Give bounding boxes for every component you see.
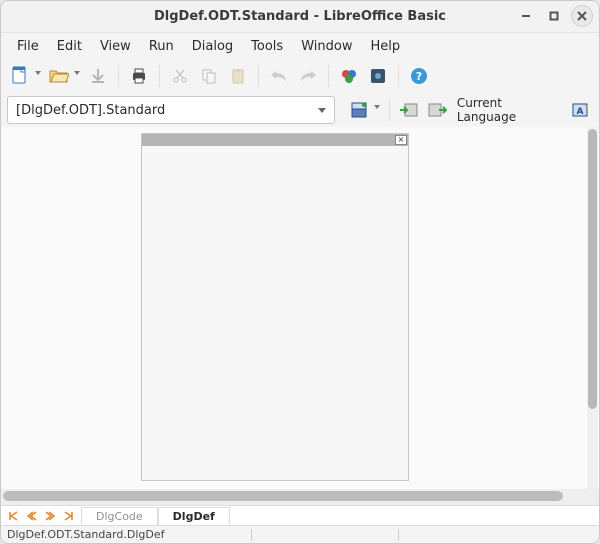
menu-edit[interactable]: Edit xyxy=(49,36,90,57)
menu-help[interactable]: Help xyxy=(362,36,408,57)
dialog-editor-canvas[interactable]: × xyxy=(1,127,599,489)
horizontal-scrollbar[interactable] xyxy=(1,489,599,505)
compile-button[interactable] xyxy=(347,97,372,123)
separator xyxy=(398,65,399,87)
open-button[interactable] xyxy=(46,63,72,89)
menu-view[interactable]: View xyxy=(92,36,139,57)
new-document-button[interactable] xyxy=(7,63,33,89)
status-path: DlgDef.ODT.Standard.DlgDef xyxy=(7,528,245,541)
svg-text:?: ? xyxy=(416,70,422,83)
titlebar: DlgDef.ODT.Standard - LibreOffice Basic xyxy=(1,1,599,33)
redo-button[interactable] xyxy=(295,63,321,89)
app-window: DlgDef.ODT.Standard - LibreOffice Basic … xyxy=(0,0,600,544)
tab-nav-buttons xyxy=(1,510,81,522)
menu-window[interactable]: Window xyxy=(293,36,360,57)
minimize-button[interactable] xyxy=(515,5,537,27)
chevron-down-icon xyxy=(374,105,380,109)
current-language-label: Current Language xyxy=(453,96,565,124)
dialog-preview-close-icon[interactable]: × xyxy=(395,135,407,145)
tab-dlgdef[interactable]: DlgDef xyxy=(158,507,230,525)
import-dialog-button[interactable] xyxy=(397,97,422,123)
chevron-down-icon xyxy=(318,108,326,113)
dialog-preview-titlebar[interactable]: × xyxy=(142,134,408,146)
svg-text:A: A xyxy=(577,107,584,117)
select-macro-button[interactable] xyxy=(365,63,391,89)
menu-tools[interactable]: Tools xyxy=(243,36,291,57)
tab-dlgcode[interactable]: DlgCode xyxy=(81,507,158,525)
window-controls xyxy=(515,5,593,27)
dialog-preview[interactable]: × xyxy=(141,133,409,481)
module-tab-bar: DlgCode DlgDef xyxy=(1,505,599,525)
menu-run[interactable]: Run xyxy=(141,36,182,57)
chevron-down-icon xyxy=(74,71,80,75)
export-dialog-button[interactable] xyxy=(425,97,450,123)
separator xyxy=(159,65,160,87)
close-button[interactable] xyxy=(571,5,593,27)
paste-button[interactable] xyxy=(225,63,251,89)
chevron-down-icon xyxy=(35,71,41,75)
status-bar: DlgDef.ODT.Standard.DlgDef xyxy=(1,525,599,543)
menu-dialog[interactable]: Dialog xyxy=(184,36,241,57)
undo-button[interactable] xyxy=(266,63,292,89)
first-tab-icon[interactable] xyxy=(7,510,21,522)
vertical-scrollbar[interactable] xyxy=(587,127,598,489)
separator xyxy=(258,65,259,87)
standard-toolbar: ? xyxy=(1,59,599,93)
maximize-button[interactable] xyxy=(543,5,565,27)
language-toolbar: [DlgDef.ODT].Standard Current Language A xyxy=(1,93,599,127)
manage-language-button[interactable]: A xyxy=(568,97,593,123)
cut-button[interactable] xyxy=(167,63,193,89)
last-tab-icon[interactable] xyxy=(61,510,75,522)
menubar: File Edit View Run Dialog Tools Window H… xyxy=(1,33,599,59)
next-tab-icon[interactable] xyxy=(43,510,57,522)
separator xyxy=(328,65,329,87)
print-button[interactable] xyxy=(126,63,152,89)
save-button[interactable] xyxy=(85,63,111,89)
library-selector[interactable]: [DlgDef.ODT].Standard xyxy=(7,96,335,124)
horizontal-scrollbar-thumb[interactable] xyxy=(3,491,563,501)
separator xyxy=(389,99,390,121)
copy-button[interactable] xyxy=(196,63,222,89)
help-button[interactable]: ? xyxy=(406,63,432,89)
menu-file[interactable]: File xyxy=(9,36,47,57)
separator xyxy=(118,65,119,87)
vertical-scrollbar-thumb[interactable] xyxy=(588,129,597,409)
prev-tab-icon[interactable] xyxy=(25,510,39,522)
object-catalog-button[interactable] xyxy=(336,63,362,89)
library-selector-value: [DlgDef.ODT].Standard xyxy=(16,103,165,118)
window-title: DlgDef.ODT.Standard - LibreOffice Basic xyxy=(154,9,446,24)
